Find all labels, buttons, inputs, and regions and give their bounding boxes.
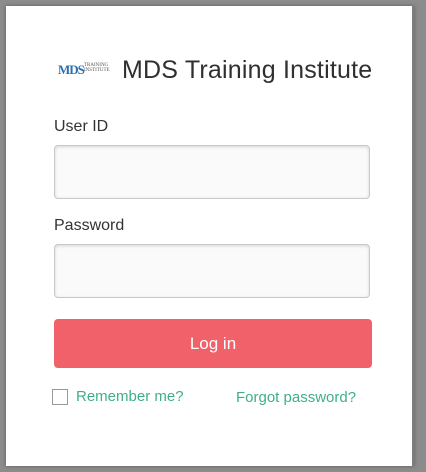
userid-input[interactable] (54, 145, 370, 199)
forgot-password-link[interactable]: Forgot password? (236, 389, 356, 406)
mds-logo-icon: MDS TRAINING INSTITUTE (58, 60, 110, 80)
remember-me[interactable]: Remember me? (52, 388, 184, 405)
window-frame: MDS TRAINING INSTITUTE MDS Training Inst… (0, 0, 426, 472)
login-button[interactable]: Log in (54, 319, 372, 368)
password-label: Password (54, 217, 125, 234)
logo-mark: MDS (58, 62, 85, 77)
header: MDS TRAINING INSTITUTE MDS Training Inst… (58, 52, 372, 88)
login-card: MDS TRAINING INSTITUTE MDS Training Inst… (6, 6, 414, 466)
checkbox-icon[interactable] (52, 388, 68, 405)
page-title: MDS Training Institute (122, 55, 373, 84)
logo-subtext: TRAINING INSTITUTE (84, 63, 110, 73)
userid-label: User ID (54, 118, 109, 135)
remember-label[interactable]: Remember me? (76, 388, 184, 405)
password-input[interactable] (54, 244, 370, 298)
